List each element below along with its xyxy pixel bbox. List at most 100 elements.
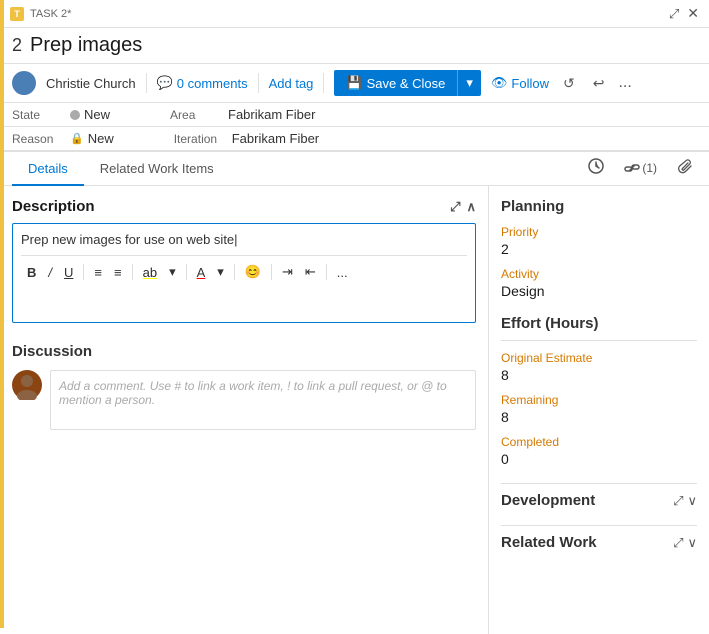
- iteration-item: Iteration Fabrikam Fiber: [174, 131, 319, 146]
- area-value: Fabrikam Fiber: [228, 107, 315, 122]
- effort-divider: [501, 340, 697, 341]
- description-text[interactable]: Prep new images for use on web site|: [21, 232, 467, 247]
- add-tag-button[interactable]: Add tag: [269, 76, 314, 91]
- user-name: Christie Church: [46, 76, 136, 91]
- emoji-button[interactable]: 😊: [243, 262, 263, 282]
- activity-value: Design: [501, 283, 697, 299]
- state-value-group: New: [70, 107, 110, 122]
- separator2: [258, 73, 259, 93]
- avatar: [12, 71, 36, 95]
- discussion-title: Discussion: [12, 343, 476, 360]
- undo-button[interactable]: ↩: [589, 73, 609, 94]
- left-panel: Description ⤢ ∧ Prep new images for use …: [0, 186, 489, 634]
- separator: [146, 73, 147, 93]
- related-work-section[interactable]: Related Work ⤢ ∨: [501, 525, 697, 551]
- iteration-value: Fabrikam Fiber: [232, 131, 319, 146]
- save-close-label: Save & Close: [367, 76, 446, 91]
- effort-title: Effort (Hours): [501, 315, 697, 332]
- comment-placeholder: Add a comment. Use # to link a work item…: [59, 379, 447, 407]
- yellow-bar: [0, 0, 4, 628]
- development-title: Development: [501, 492, 595, 509]
- outdent-button[interactable]: ⇤: [303, 262, 318, 282]
- sep2: [132, 264, 133, 280]
- refresh-button[interactable]: ↺: [559, 73, 579, 94]
- description-title: Description: [12, 198, 95, 215]
- bold-button[interactable]: B: [25, 263, 38, 282]
- history-icon-button[interactable]: [580, 152, 612, 185]
- follow-label: Follow: [511, 76, 549, 91]
- save-close-dropdown[interactable]: ▾: [458, 70, 481, 96]
- completed-value: 0: [501, 451, 697, 467]
- related-work-collapse-icon[interactable]: ∨: [687, 535, 697, 551]
- priority-value: 2: [501, 241, 697, 257]
- reason-value-group: 🔒 New: [70, 131, 114, 146]
- development-icons: ⤢ ∨: [673, 493, 697, 509]
- highlight-button[interactable]: ab: [141, 263, 159, 282]
- sep3: [186, 264, 187, 280]
- title-bar-left: T TASK 2*: [10, 7, 71, 21]
- follow-button[interactable]: 👁 Follow: [491, 75, 549, 91]
- development-expand-icon[interactable]: ⤢: [673, 493, 683, 509]
- state-label: State: [12, 108, 62, 122]
- related-work-title: Related Work: [501, 534, 597, 551]
- related-work-icons: ⤢ ∨: [673, 535, 697, 551]
- description-editor[interactable]: Prep new images for use on web site| B /…: [12, 223, 476, 323]
- formatting-toolbar: B / U ≡ ≡ ab ▾ A ▾ 😊 ⇥ ⇤ ...: [21, 255, 467, 288]
- more-button[interactable]: ...: [618, 74, 631, 92]
- area-label: Area: [170, 108, 220, 122]
- tab-details[interactable]: Details: [12, 153, 84, 186]
- lock-icon: 🔒: [70, 132, 84, 145]
- description-icons: ⤢ ∧: [450, 199, 476, 215]
- underline-button[interactable]: U: [62, 263, 75, 282]
- task-title: Prep images: [30, 34, 142, 57]
- completed-label: Completed: [501, 435, 697, 449]
- align-button[interactable]: ≡: [92, 263, 104, 282]
- activity-label: Activity: [501, 267, 697, 281]
- italic-button[interactable]: /: [46, 263, 54, 282]
- development-section[interactable]: Development ⤢ ∨: [501, 483, 697, 509]
- state-item: State New: [12, 107, 110, 122]
- title-bar-right: ⤢ ✕: [669, 5, 699, 22]
- state-value: New: [84, 107, 110, 122]
- planning-title: Planning: [501, 198, 697, 215]
- development-collapse-icon[interactable]: ∨: [687, 493, 697, 509]
- title-bar: T TASK 2* ⤢ ✕: [0, 0, 709, 28]
- task-id-label: TASK 2*: [30, 8, 71, 20]
- sep5: [271, 264, 272, 280]
- related-work-expand-icon[interactable]: ⤢: [673, 535, 683, 551]
- save-close-button[interactable]: 💾 Save & Close ▾: [334, 70, 480, 96]
- sep4: [234, 264, 235, 280]
- comment-icon: 💬: [157, 75, 173, 91]
- separator3: [323, 73, 324, 93]
- close-icon[interactable]: ✕: [687, 5, 699, 22]
- comments-button[interactable]: 💬 0 comments: [157, 75, 248, 91]
- task-number: 2: [12, 35, 22, 56]
- main-content: Description ⤢ ∧ Prep new images for use …: [0, 186, 709, 634]
- comment-input[interactable]: Add a comment. Use # to link a work item…: [50, 370, 476, 430]
- description-expand-icon[interactable]: ⤢: [450, 199, 460, 215]
- font-color-button[interactable]: A: [195, 263, 208, 282]
- commenter-avatar: [12, 370, 42, 400]
- link-count: (1): [642, 161, 657, 175]
- attachment-icon-button[interactable]: [669, 152, 701, 185]
- reason-label: Reason: [12, 132, 62, 146]
- link-icon-button[interactable]: (1): [616, 154, 665, 184]
- save-close-main[interactable]: 💾 Save & Close: [334, 70, 458, 96]
- eye-icon: 👁: [491, 75, 508, 91]
- iteration-label: Iteration: [174, 132, 224, 146]
- description-section-header: Description ⤢ ∧: [12, 198, 476, 215]
- save-icon: 💾: [346, 75, 362, 91]
- tab-icons: (1): [580, 152, 709, 185]
- expand-icon[interactable]: ⤢: [669, 6, 679, 22]
- area-item: Area Fabrikam Fiber: [170, 107, 315, 122]
- indent-button[interactable]: ⇥: [280, 262, 295, 282]
- more-format-button[interactable]: ...: [335, 263, 350, 282]
- highlight-dropdown[interactable]: ▾: [167, 262, 178, 282]
- meta-section: State New Area Fabrikam Fiber Reason 🔒 N…: [0, 103, 709, 152]
- priority-label: Priority: [501, 225, 697, 239]
- comments-label: 0 comments: [177, 76, 248, 91]
- list-button[interactable]: ≡: [112, 263, 124, 282]
- description-collapse-icon[interactable]: ∧: [466, 199, 476, 215]
- tab-related-work-items[interactable]: Related Work Items: [84, 153, 230, 186]
- font-color-dropdown[interactable]: ▾: [215, 262, 226, 282]
